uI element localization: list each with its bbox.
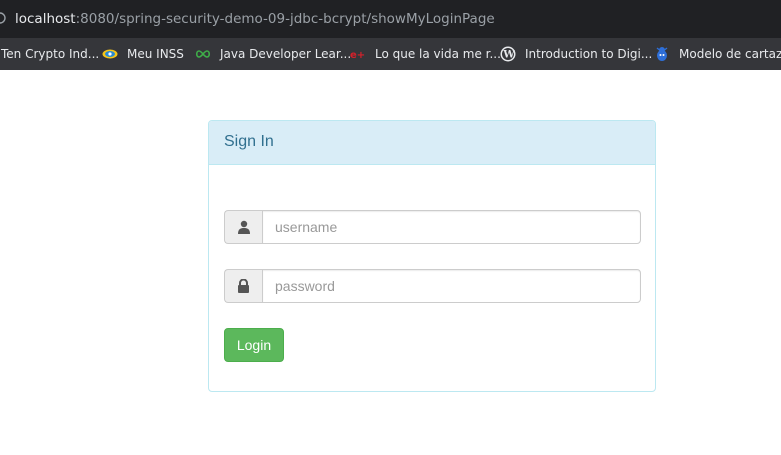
bookmark-label: Ten Crypto Ind... — [1, 47, 100, 61]
bookmark-label: Meu INSS — [127, 47, 184, 61]
bookmark-item[interactable]: Ten Crypto Ind... — [1, 38, 99, 70]
url-path: :8080/spring-security-demo-09-jdbc-bcryp… — [75, 11, 495, 27]
login-panel: Sign In Login — [208, 120, 656, 392]
svg-text:W: W — [502, 50, 515, 61]
url-text[interactable]: localhost:8080/spring-security-demo-09-j… — [15, 11, 495, 27]
panel-heading: Sign In — [209, 121, 655, 165]
bookmark-item[interactable]: Meu INSS — [102, 38, 184, 70]
bookmark-label: Lo que la vida me r... — [375, 47, 501, 61]
wordpress-icon: W — [500, 46, 516, 62]
bookmark-item[interactable]: Java Developer Lear... — [195, 38, 351, 70]
bookmark-item[interactable]: Modelo de cartaz d — [654, 38, 781, 70]
inss-icon — [102, 46, 118, 62]
infinity-icon — [195, 46, 211, 62]
bookmark-label: Introduction to Digi... — [525, 47, 653, 61]
blue-bug-icon — [654, 46, 670, 62]
bookmark-item[interactable]: W Introduction to Digi... — [500, 38, 652, 70]
lock-icon — [224, 269, 262, 303]
login-button[interactable]: Login — [224, 328, 284, 362]
panel-title: Sign In — [224, 133, 274, 150]
bookmark-label: Java Developer Lear... — [220, 47, 352, 61]
info-icon[interactable] — [0, 12, 6, 24]
bookmark-item[interactable]: e+ Lo que la vida me r... — [350, 38, 501, 70]
username-group — [224, 210, 641, 244]
svg-text:e+: e+ — [350, 50, 365, 60]
password-group — [224, 269, 641, 303]
username-input[interactable] — [262, 210, 641, 244]
bookmark-label: Modelo de cartaz d — [679, 47, 781, 61]
red-logo-icon: e+ — [350, 46, 366, 62]
address-bar[interactable]: localhost:8080/spring-security-demo-09-j… — [0, 0, 781, 38]
bookmarks-bar: Ten Crypto Ind... Meu INSS Java Develope… — [0, 38, 781, 70]
password-input[interactable] — [262, 269, 641, 303]
url-host: localhost — [15, 11, 76, 27]
user-icon — [224, 210, 262, 244]
